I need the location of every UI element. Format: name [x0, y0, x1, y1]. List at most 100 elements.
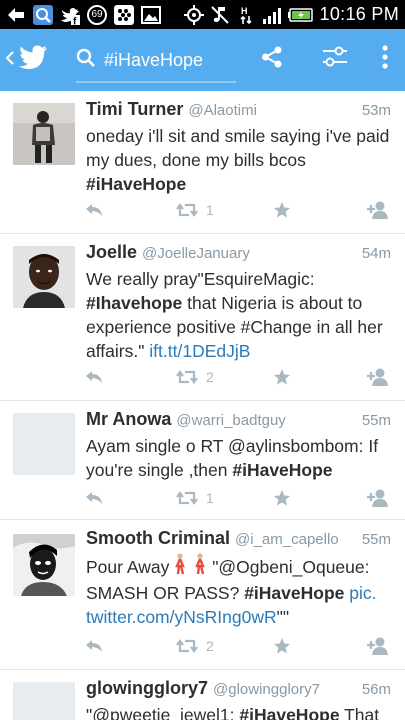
overflow-menu-button[interactable] — [365, 39, 405, 79]
tweet[interactable]: Timi Turner @Alaotimi 53m oneday i'll si… — [0, 91, 405, 234]
favorite-button[interactable] — [273, 199, 291, 221]
tweet-text-line: my dues, done my bills bcos — [86, 150, 306, 170]
bbm-icon — [114, 4, 134, 25]
tweet-actions: 2 — [80, 366, 395, 388]
follow-button[interactable] — [366, 199, 390, 221]
tweet-actions: 1 — [80, 487, 395, 509]
url-link[interactable]: ift.tt/1DEdJjB — [149, 341, 250, 361]
clock: 10:16 PM — [319, 4, 399, 24]
tweet[interactable]: glowingglory7 @glowingglory7 56m "@pweet… — [0, 670, 405, 720]
search-app-icon — [33, 4, 53, 25]
follow-icon — [367, 489, 388, 507]
star-icon — [274, 638, 290, 654]
walking-person-emoji-icon — [193, 553, 207, 581]
tweet[interactable]: Joelle @JoelleJanuary 54m We really pray… — [0, 234, 405, 401]
share-icon — [261, 46, 283, 73]
hashtag-link[interactable]: #iHaveHope — [244, 583, 344, 603]
tweet-timestamp: 56m — [361, 681, 391, 698]
tweet-text-line: Ayam single o RT @aylinsbombom: If — [86, 436, 379, 456]
follow-button[interactable] — [366, 635, 390, 657]
url-link[interactable]: twitter.com/yNsRIng0wR — [86, 607, 277, 627]
hashtag-link[interactable]: #iHaveHope — [232, 460, 332, 480]
hashtag-link[interactable]: #iHaveHope — [86, 174, 186, 194]
filter-sliders-icon — [322, 46, 348, 73]
reply-icon — [86, 204, 102, 216]
tweet-timestamp: 55m — [361, 412, 391, 429]
tweet-text-line: "" — [276, 607, 290, 627]
retweet-count: 2 — [206, 638, 214, 654]
follow-icon — [367, 637, 388, 655]
tweet-text: Ayam single o RT @aylinsbombom: If you'r… — [86, 434, 393, 482]
tweet-text-line: "@pweetie_jewel1: — [86, 705, 240, 720]
retweet-icon — [176, 370, 198, 384]
tweet-text: We really pray"EsquireMagic: #Ihavehope … — [86, 267, 393, 363]
favorite-button[interactable] — [273, 366, 291, 388]
tweet-text-line: that Nigeria is about to — [182, 293, 363, 313]
favorite-button[interactable] — [273, 487, 291, 509]
avatar[interactable] — [13, 534, 75, 596]
retweet-button[interactable]: 1 — [176, 487, 214, 509]
status-bar: f 69 H 10:16 PM — [0, 0, 405, 29]
back-arrow-icon — [6, 5, 26, 25]
author-handle[interactable]: @Alaotimi — [188, 102, 257, 119]
avatar[interactable] — [13, 103, 75, 165]
hashtag-link[interactable]: #Ihavehope — [86, 293, 182, 313]
reply-icon — [86, 640, 102, 652]
retweet-button[interactable]: 2 — [176, 366, 214, 388]
reply-button[interactable] — [84, 366, 104, 388]
tweet-timestamp: 55m — [361, 531, 391, 548]
retweet-icon — [176, 491, 198, 505]
svg-text:H: H — [241, 6, 248, 16]
mute-icon — [210, 5, 230, 25]
tweet-header: Smooth Criminal @i_am_capello 55m — [86, 528, 391, 549]
retweet-count: 2 — [206, 369, 214, 385]
author-handle[interactable]: @JoelleJanuary — [142, 245, 250, 262]
tweet[interactable]: Smooth Criminal @i_am_capello 55m Pour A… — [0, 520, 405, 670]
filter-button[interactable] — [315, 39, 355, 79]
tweet-header: glowingglory7 @glowingglory7 56m — [86, 678, 391, 699]
retweet-button[interactable]: 2 — [176, 635, 214, 657]
star-icon — [274, 490, 290, 506]
search-input[interactable]: #iHaveHope — [76, 39, 236, 83]
star-icon — [274, 202, 290, 218]
reply-button[interactable] — [84, 199, 104, 221]
author-name[interactable]: Smooth Criminal — [86, 528, 230, 549]
avatar[interactable] — [13, 682, 75, 720]
avatar[interactable] — [13, 246, 75, 308]
tweet-text-line: oneday i'll sit and smile saying i've pa… — [86, 126, 390, 146]
chevron-left-icon — [5, 50, 14, 70]
tweet-text-line: SMASH OR PASS? — [86, 583, 245, 603]
author-name[interactable]: glowingglory7 — [86, 678, 208, 699]
tweet[interactable]: Mr Anowa @warri_badtguy 55m Ayam single … — [0, 401, 405, 520]
status-bar-left: f 69 — [6, 4, 161, 25]
tweet-actions: 2 — [80, 635, 395, 657]
tweet-header: Joelle @JoelleJanuary 54m — [86, 242, 391, 263]
tweet-text: Pour Away "@Ogbeni_Oqueue: SMASH OR PASS… — [86, 553, 393, 629]
tweet-text: oneday i'll sit and smile saying i've pa… — [86, 124, 393, 196]
share-button[interactable] — [252, 39, 292, 79]
author-handle[interactable]: @glowingglory7 — [213, 681, 320, 698]
follow-button[interactable] — [366, 487, 390, 509]
reply-icon — [86, 371, 102, 383]
retweet-button[interactable]: 1 — [176, 199, 214, 221]
follow-button[interactable] — [366, 366, 390, 388]
reply-button[interactable] — [84, 635, 104, 657]
retweet-count: 1 — [206, 202, 214, 218]
retweet-icon — [176, 203, 198, 217]
reply-button[interactable] — [84, 487, 104, 509]
author-handle[interactable]: @i_am_capello — [235, 531, 339, 548]
author-handle[interactable]: @warri_badtguy — [176, 412, 285, 429]
favorite-button[interactable] — [273, 635, 291, 657]
reply-icon — [86, 492, 102, 504]
tweet-text-line: experience positive #Change in all her — [86, 317, 383, 337]
author-name[interactable]: Joelle — [86, 242, 137, 263]
battery-icon — [287, 5, 314, 25]
walking-person-emoji-icon — [173, 553, 187, 581]
author-name[interactable]: Timi Turner — [86, 99, 183, 120]
url-link[interactable]: pic. — [344, 583, 376, 603]
author-name[interactable]: Mr Anowa — [86, 409, 171, 430]
hashtag-link[interactable]: #iHaveHope — [239, 705, 339, 720]
gps-icon — [183, 4, 204, 25]
avatar[interactable] — [13, 413, 75, 475]
up-navigation-button[interactable] — [0, 29, 60, 91]
